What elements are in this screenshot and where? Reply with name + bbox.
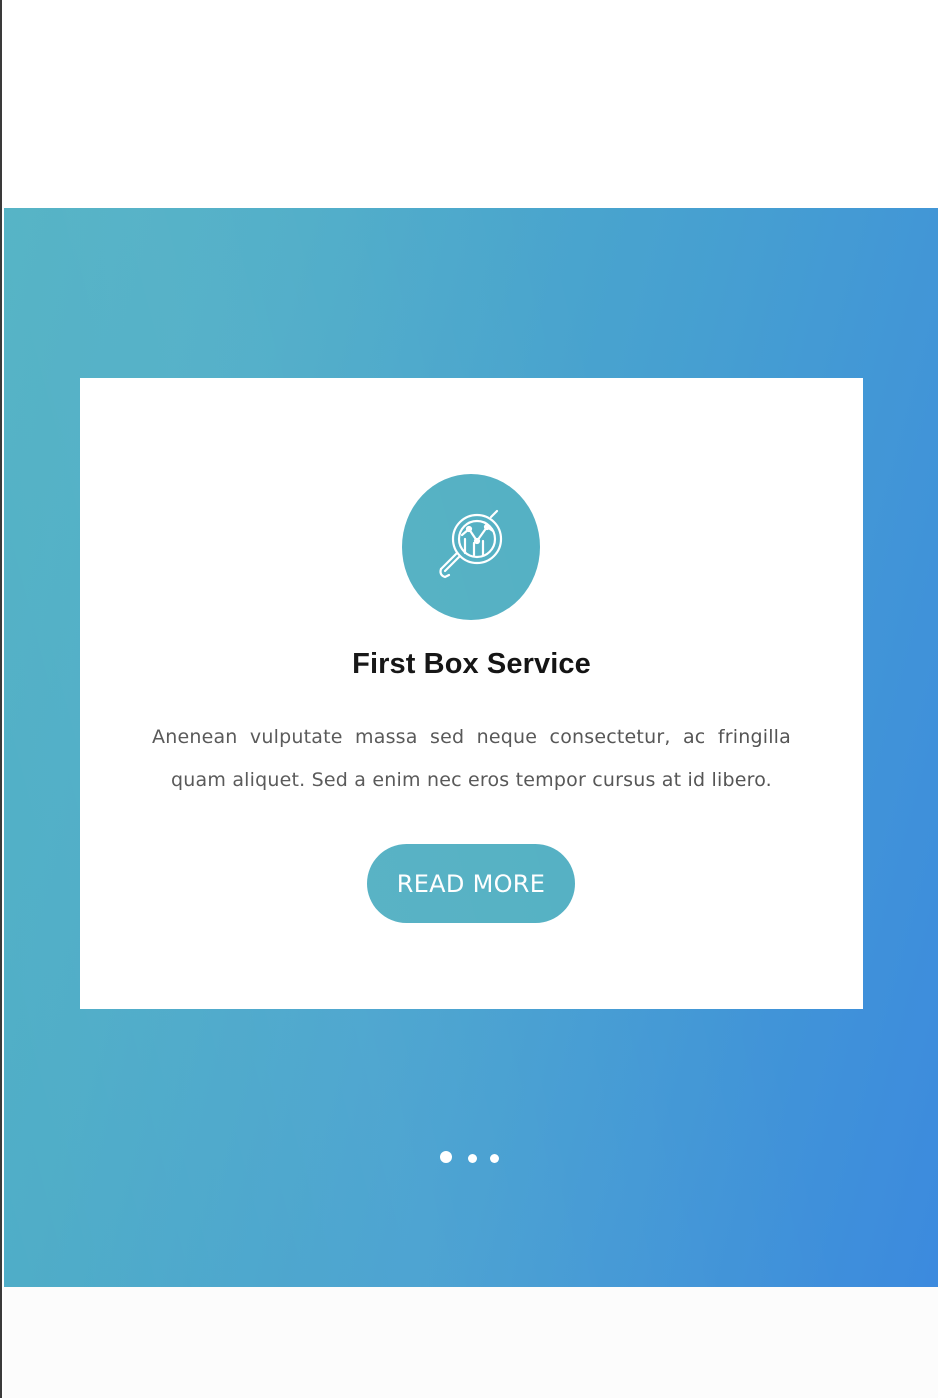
read-more-button[interactable]: READ MORE	[367, 844, 575, 923]
carousel-dot-1[interactable]	[440, 1151, 452, 1163]
carousel-dot-2[interactable]	[468, 1154, 477, 1163]
bottom-blank-area	[4, 1287, 938, 1398]
page-frame: First Box Service Anenean vulputate mass…	[0, 0, 938, 1398]
carousel-pagination	[440, 1151, 504, 1165]
service-card: First Box Service Anenean vulputate mass…	[80, 378, 863, 1009]
carousel-dot-3[interactable]	[490, 1154, 499, 1163]
card-title: First Box Service	[352, 648, 591, 680]
top-blank-area	[4, 0, 938, 208]
services-section: First Box Service Anenean vulputate mass…	[4, 208, 938, 1287]
analytics-search-icon	[402, 474, 540, 620]
card-description: Anenean vulputate massa sed neque consec…	[152, 726, 791, 791]
